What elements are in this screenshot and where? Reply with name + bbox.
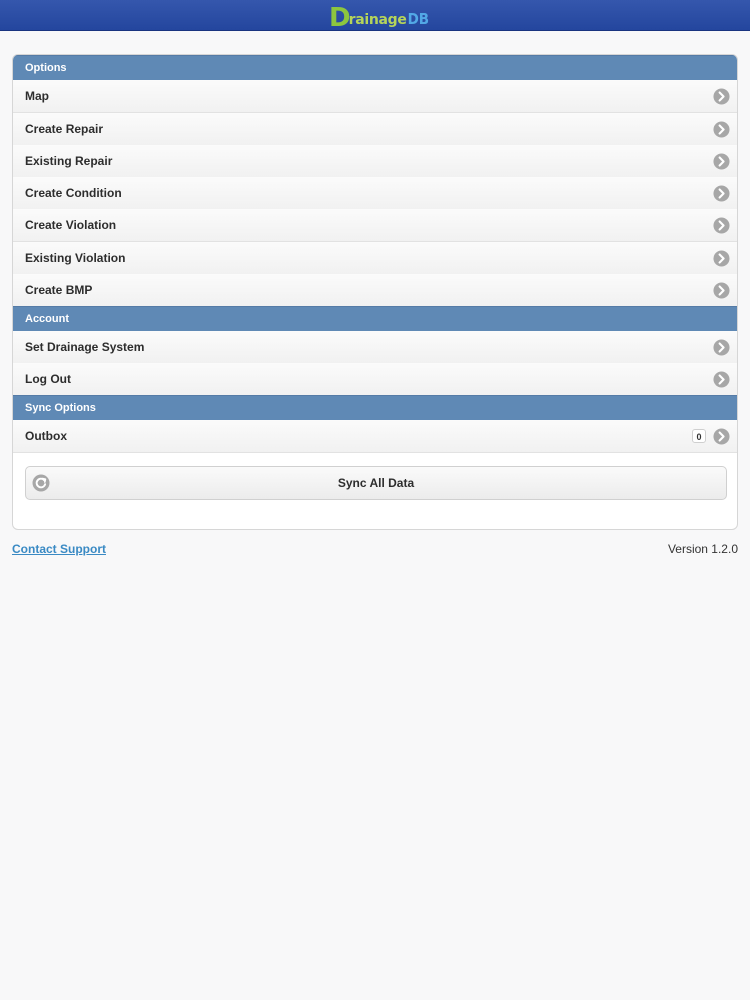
menu-item-existing-repair[interactable]: Existing Repair [13,145,737,178]
app-header: D rainage DB [0,0,750,31]
section-header-account: Account [13,306,737,331]
menu-item-label: Outbox [25,429,67,443]
chevron-right-icon [713,282,730,299]
chevron-right-icon [713,339,730,356]
logo-letter-d: D [329,3,351,33]
menu-item-log-out[interactable]: Log Out [13,363,737,396]
chevron-right-icon [713,88,730,105]
sync-all-data-button[interactable]: Sync All Data [25,466,727,500]
menu-item-label: Map [25,89,49,103]
menu-item-existing-violation[interactable]: Existing Violation [13,242,737,275]
menu-item-outbox[interactable]: Outbox 0 [13,420,737,453]
drainagedb-logo: D rainage DB [329,1,429,31]
logo-word-rainage: rainage [348,12,407,28]
main-menu-panel: Options Map Create Repair Existing Repai… [12,54,738,530]
menu-item-set-drainage-system[interactable]: Set Drainage System [13,331,737,364]
menu-item-label: Create Repair [25,122,104,136]
sync-all-data-label: Sync All Data [337,476,415,490]
menu-item-label: Create BMP [25,283,93,297]
chevron-right-icon [713,250,730,267]
menu-item-label: Set Drainage System [25,340,145,354]
menu-item-label: Log Out [25,372,71,386]
menu-item-label: Existing Violation [25,251,126,265]
menu-item-create-violation[interactable]: Create Violation [13,209,737,242]
menu-item-map[interactable]: Map [13,80,737,113]
app-version: Version 1.2.0 [667,542,738,556]
menu-item-label: Create Violation [25,218,117,232]
chevron-right-icon [713,371,730,388]
menu-item-create-bmp[interactable]: Create BMP [13,274,737,307]
section-header-options: Options [13,55,737,80]
menu-item-create-repair[interactable]: Create Repair [13,113,737,146]
outbox-count-badge: 0 [692,429,706,443]
contact-support-link[interactable]: Contact Support [12,542,106,556]
chevron-right-icon [713,428,730,445]
section-header-sync-options: Sync Options [13,395,737,420]
chevron-right-icon [713,217,730,234]
chevron-right-icon [713,121,730,138]
menu-item-create-condition[interactable]: Create Condition [13,177,737,210]
menu-item-label: Existing Repair [25,154,113,168]
chevron-right-icon [713,185,730,202]
menu-item-label: Create Condition [25,186,122,200]
chevron-right-icon [713,153,730,170]
logo-word-db: DB [407,10,430,28]
